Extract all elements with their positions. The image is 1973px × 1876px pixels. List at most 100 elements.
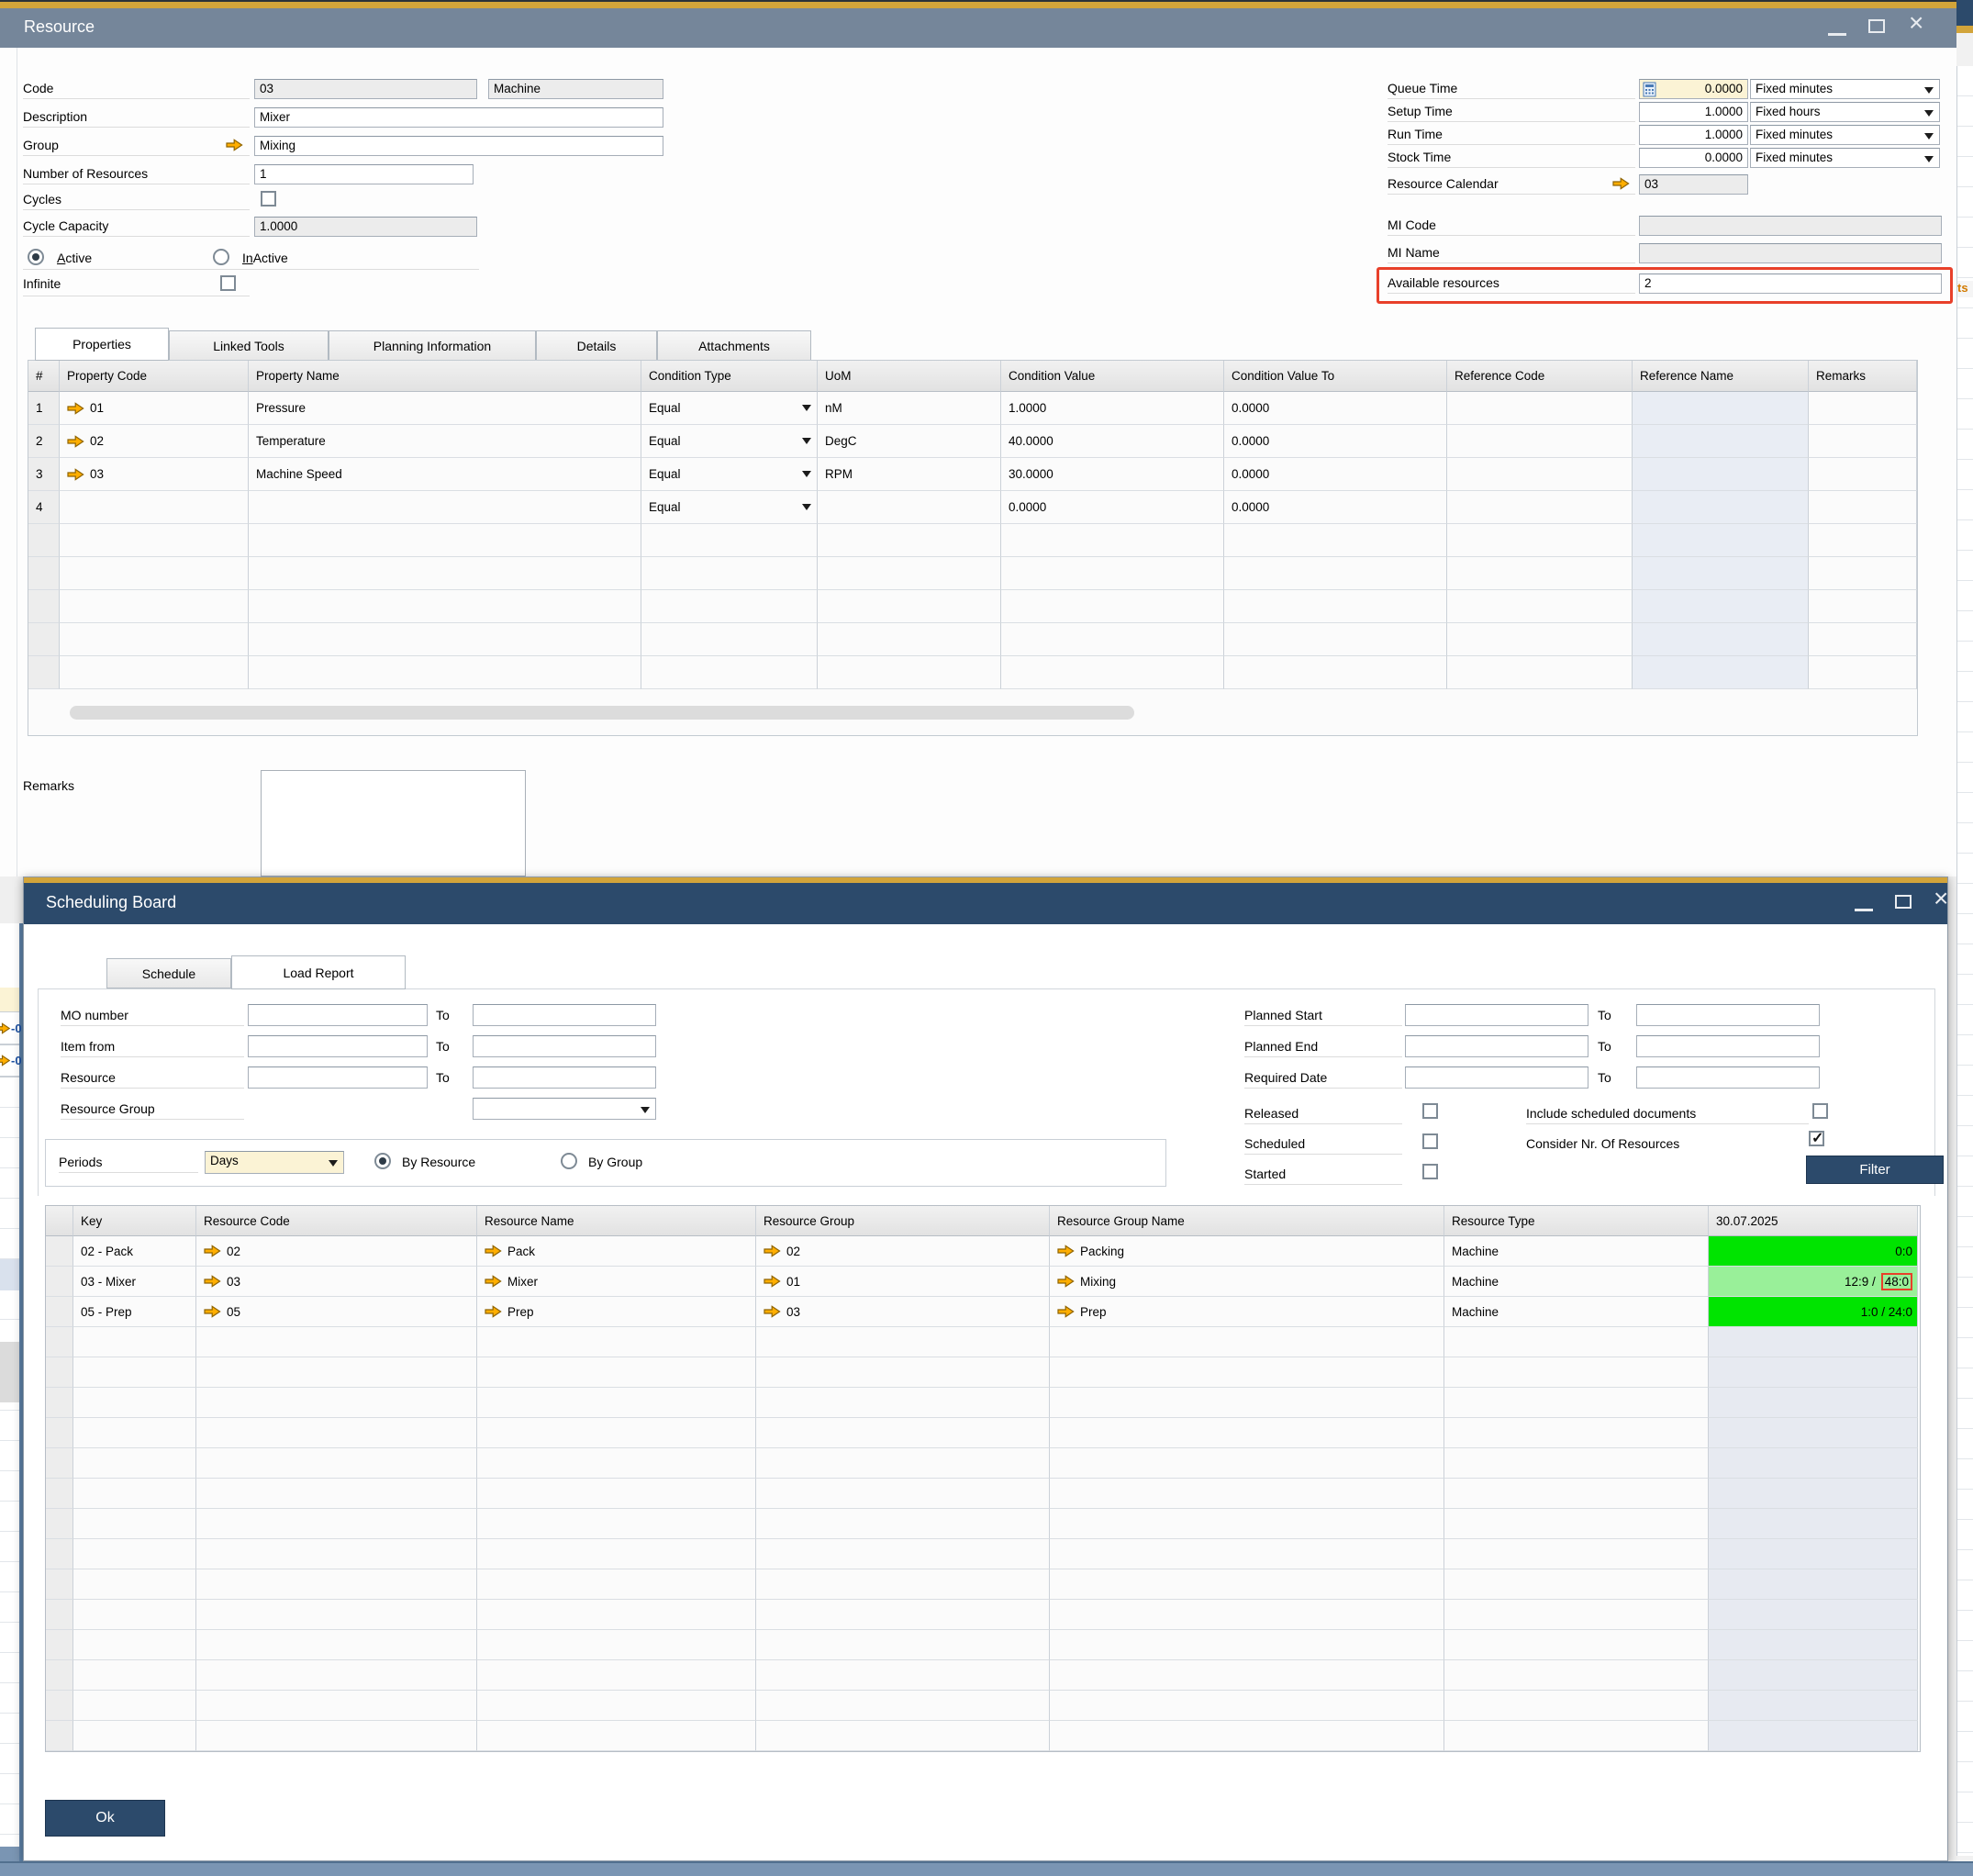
column-header[interactable]: Property Code: [60, 361, 249, 392]
column-header[interactable]: UoM: [818, 361, 1001, 392]
planned-end-to-input[interactable]: [1636, 1035, 1820, 1057]
close-button[interactable]: ×: [1909, 13, 1923, 33]
resource-to-input[interactable]: [473, 1066, 656, 1089]
condition-type-dropdown-cell[interactable]: Equal: [641, 392, 818, 425]
row-selector-cell[interactable]: [46, 1418, 73, 1448]
resource-type-field[interactable]: Machine: [488, 79, 663, 99]
available-resources-field[interactable]: 2: [1639, 274, 1942, 294]
link-arrow-icon[interactable]: [764, 1305, 781, 1318]
code-field[interactable]: 03: [254, 79, 477, 99]
planned-end-from-input[interactable]: [1405, 1035, 1588, 1057]
column-header[interactable]: Key: [73, 1206, 196, 1236]
row-selector-cell[interactable]: [46, 1267, 73, 1297]
row-number-cell[interactable]: 3: [28, 458, 60, 491]
required-date-from-input[interactable]: [1405, 1066, 1588, 1089]
link-arrow-icon[interactable]: [67, 402, 84, 415]
ok-button[interactable]: Ok: [45, 1800, 165, 1837]
row-selector-cell[interactable]: [46, 1630, 73, 1660]
resource-group-dropdown[interactable]: [473, 1098, 656, 1120]
link-arrow-icon[interactable]: [67, 468, 84, 481]
column-header[interactable]: Resource Code: [196, 1206, 477, 1236]
tab-details[interactable]: Details: [536, 330, 657, 361]
planned-start-from-input[interactable]: [1405, 1004, 1588, 1026]
tab-schedule[interactable]: Schedule: [106, 958, 231, 988]
released-checkbox[interactable]: [1422, 1103, 1438, 1119]
by-group-radio[interactable]: [561, 1153, 577, 1169]
description-field[interactable]: Mixer: [254, 107, 663, 128]
item-from-input[interactable]: [248, 1035, 428, 1057]
row-number-cell[interactable]: [28, 623, 60, 656]
row-number-cell[interactable]: [28, 524, 60, 557]
row-selector-cell[interactable]: [46, 1479, 73, 1509]
setup-time-unit-dropdown[interactable]: Fixed hours: [1750, 102, 1940, 122]
close-button[interactable]: ×: [1934, 888, 1948, 909]
cycles-checkbox[interactable]: [261, 191, 276, 207]
maximize-button[interactable]: [1868, 19, 1885, 33]
row-selector-cell[interactable]: [46, 1539, 73, 1569]
column-header[interactable]: Condition Value To: [1224, 361, 1447, 392]
column-header[interactable]: Condition Type: [641, 361, 818, 392]
resource-calendar-field[interactable]: 03: [1639, 174, 1748, 195]
column-header[interactable]: Resource Name: [477, 1206, 756, 1236]
tab-planning-information[interactable]: Planning Information: [329, 330, 536, 361]
mi-name-field[interactable]: [1639, 243, 1942, 263]
row-selector-cell[interactable]: [46, 1327, 73, 1357]
row-number-cell[interactable]: [28, 590, 60, 623]
column-header[interactable]: Property Name: [249, 361, 641, 392]
consider-nr-checkbox[interactable]: [1809, 1131, 1824, 1146]
inactive-radio[interactable]: [213, 249, 229, 265]
link-arrow-icon[interactable]: [1057, 1275, 1075, 1288]
column-header[interactable]: 30.07.2025: [1709, 1206, 1918, 1236]
link-arrow-icon[interactable]: [1057, 1305, 1075, 1318]
stock-time-field[interactable]: 0.0000: [1639, 148, 1748, 168]
scheduled-checkbox[interactable]: [1422, 1133, 1438, 1149]
link-arrow-icon[interactable]: [485, 1305, 502, 1318]
link-arrow-icon[interactable]: [1057, 1245, 1075, 1257]
row-selector-cell[interactable]: [46, 1448, 73, 1479]
tab-properties[interactable]: Properties: [35, 328, 169, 361]
row-selector-cell[interactable]: [46, 1600, 73, 1630]
column-header[interactable]: Resource Group: [756, 1206, 1050, 1236]
started-checkbox[interactable]: [1422, 1164, 1438, 1179]
tab-linked-tools[interactable]: Linked Tools: [169, 330, 329, 361]
setup-time-field[interactable]: 1.0000: [1639, 102, 1748, 122]
column-header[interactable]: Remarks: [1809, 361, 1917, 392]
row-selector-cell[interactable]: [46, 1660, 73, 1691]
link-arrow-icon[interactable]: [485, 1245, 502, 1257]
column-header[interactable]: Resource Type: [1444, 1206, 1709, 1236]
link-arrow-icon[interactable]: [764, 1245, 781, 1257]
condition-type-dropdown-cell[interactable]: Equal: [641, 491, 818, 524]
item-to-input[interactable]: [473, 1035, 656, 1057]
required-date-to-input[interactable]: [1636, 1066, 1820, 1089]
row-number-cell[interactable]: 4: [28, 491, 60, 524]
number-of-resources-field[interactable]: 1: [254, 164, 474, 184]
minimize-button[interactable]: [1855, 909, 1873, 911]
row-selector-cell[interactable]: [46, 1357, 73, 1388]
maximize-button[interactable]: [1895, 895, 1912, 909]
row-number-cell[interactable]: [28, 557, 60, 590]
condition-type-dropdown-cell[interactable]: Equal: [641, 458, 818, 491]
link-arrow-icon[interactable]: [67, 435, 84, 448]
link-arrow-icon[interactable]: [764, 1275, 781, 1288]
row-selector-cell[interactable]: [46, 1509, 73, 1539]
infinite-checkbox[interactable]: [220, 275, 236, 291]
resource-from-input[interactable]: [248, 1066, 428, 1089]
mo-number-from-input[interactable]: [248, 1004, 428, 1026]
include-scheduled-checkbox[interactable]: [1812, 1103, 1828, 1119]
planned-start-to-input[interactable]: [1636, 1004, 1820, 1026]
row-selector-cell[interactable]: [46, 1721, 73, 1751]
link-arrow-icon[interactable]: [1612, 177, 1630, 190]
cycle-capacity-field[interactable]: 1.0000: [254, 217, 477, 237]
column-header[interactable]: #: [28, 361, 60, 392]
active-radio[interactable]: [28, 249, 44, 265]
by-resource-radio[interactable]: [374, 1153, 391, 1169]
row-number-cell[interactable]: [28, 656, 60, 689]
row-selector-cell[interactable]: [46, 1388, 73, 1418]
row-selector-cell[interactable]: [46, 1569, 73, 1600]
run-time-field[interactable]: 1.0000: [1639, 125, 1748, 145]
scheduling-titlebar[interactable]: Scheduling Board ×: [24, 883, 1948, 924]
periods-dropdown[interactable]: Days: [205, 1151, 344, 1174]
condition-type-dropdown-cell[interactable]: Equal: [641, 425, 818, 458]
row-number-cell[interactable]: 1: [28, 392, 60, 425]
remarks-textarea[interactable]: [261, 770, 526, 877]
